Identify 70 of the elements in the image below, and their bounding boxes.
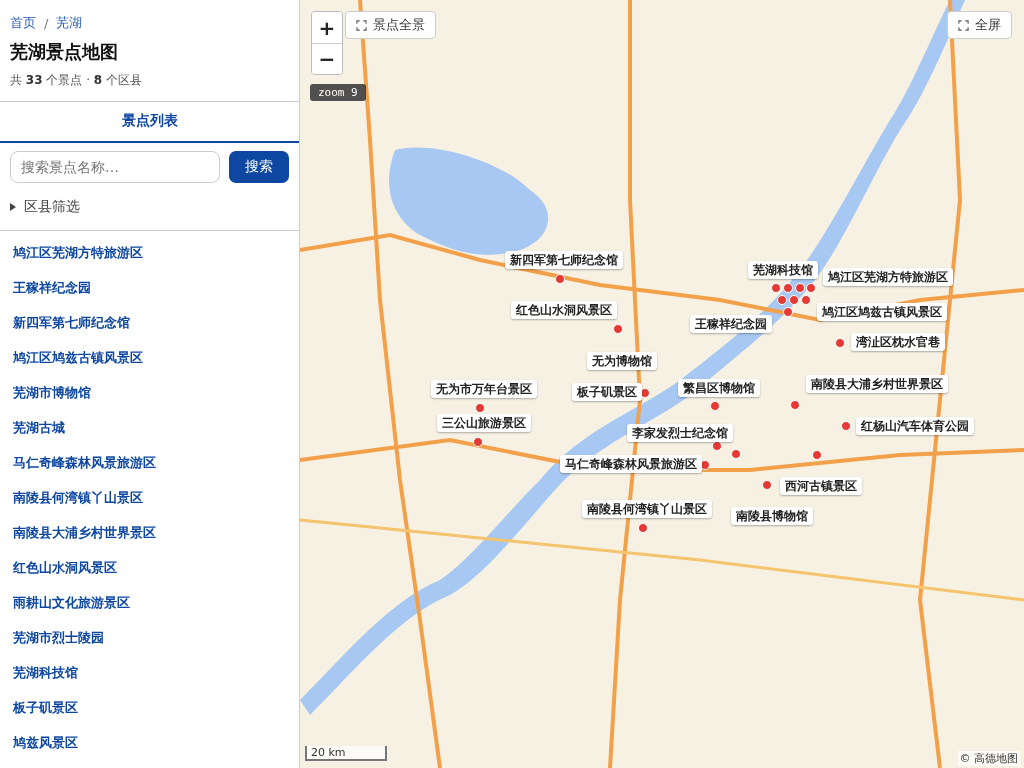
- marker-label[interactable]: 马仁奇峰森林风景旅游区: [560, 455, 702, 473]
- map-marker-icon[interactable]: [801, 295, 811, 305]
- marker-label[interactable]: 王稼祥纪念园: [690, 315, 772, 333]
- marker-label[interactable]: 湾沚区枕水官巷: [851, 333, 945, 351]
- map-marker-icon[interactable]: [783, 307, 793, 317]
- marker-label[interactable]: 鸠江区鸠兹古镇风景区: [817, 303, 947, 321]
- spot-link[interactable]: 芜湖市博物馆: [13, 383, 91, 403]
- marker-label[interactable]: 繁昌区博物馆: [678, 379, 760, 397]
- attribution-text: © 高德地图: [957, 751, 1020, 766]
- map-marker-icon[interactable]: [762, 480, 772, 490]
- map-marker-icon[interactable]: [789, 295, 799, 305]
- search-field[interactable]: 搜索景点名称…: [10, 151, 220, 183]
- scale-bar: 20 km: [305, 746, 387, 761]
- spot-link[interactable]: 雨耕山文化旅游景区: [13, 593, 130, 613]
- marker-label[interactable]: 板子矶景区: [572, 383, 642, 401]
- marker-label[interactable]: 李家发烈士纪念馆: [627, 424, 733, 442]
- spot-link[interactable]: 南陵县何湾镇丫山景区: [13, 488, 143, 508]
- map-marker-icon[interactable]: [795, 283, 805, 293]
- spot-link[interactable]: 红色山水洞风景区: [13, 558, 117, 578]
- page-title: 芜湖景点地图: [10, 40, 119, 64]
- spot-link[interactable]: 芜湖市烈士陵园: [13, 628, 104, 648]
- breadcrumb-separator: /: [44, 15, 49, 31]
- marker-label[interactable]: 无为博物馆: [587, 352, 657, 370]
- expand-icon: [356, 19, 367, 31]
- map-marker-icon[interactable]: [812, 450, 822, 460]
- expand-icon: [958, 19, 969, 31]
- spot-link[interactable]: 鸠江区芜湖方特旅游区: [13, 243, 143, 263]
- search-button[interactable]: 搜索: [229, 151, 289, 183]
- zoom-level-label: zoom 9: [310, 84, 366, 101]
- marker-label[interactable]: 南陵县大浦乡村世界景区: [806, 375, 948, 393]
- marker-label[interactable]: 新四军第七师纪念馆: [505, 251, 623, 269]
- marker-label[interactable]: 鸠江区芜湖方特旅游区: [823, 268, 953, 286]
- spot-link[interactable]: 新四军第七师纪念馆: [13, 313, 130, 333]
- marker-label[interactable]: 南陵县何湾镇丫山景区: [582, 500, 712, 518]
- map-marker-icon[interactable]: [731, 449, 741, 459]
- map-marker-icon[interactable]: [777, 295, 787, 305]
- map-marker-icon[interactable]: [841, 421, 851, 431]
- spot-link[interactable]: 南陵县大浦乡村世界景区: [13, 523, 156, 543]
- spot-link[interactable]: 鸠江区鸠兹古镇风景区: [13, 348, 143, 368]
- spot-link[interactable]: 板子矶景区: [13, 698, 78, 718]
- map-marker-icon[interactable]: [806, 283, 816, 293]
- map-marker-icon[interactable]: [475, 403, 485, 413]
- map-marker-icon[interactable]: [710, 401, 720, 411]
- marker-label[interactable]: 无为市万年台景区: [431, 380, 537, 398]
- overview-button[interactable]: 景点全景: [345, 11, 436, 39]
- marker-label[interactable]: 三公山旅游景区: [437, 414, 531, 432]
- marker-label[interactable]: 芜湖科技馆: [748, 261, 818, 279]
- map-marker-icon[interactable]: [613, 324, 623, 334]
- marker-label[interactable]: 红色山水洞风景区: [511, 301, 617, 319]
- marker-label[interactable]: 西河古镇景区: [780, 477, 862, 495]
- spot-link[interactable]: 王稼祥纪念园: [13, 278, 91, 298]
- zoom-out-button[interactable]: −: [312, 43, 342, 74]
- spot-link[interactable]: 芜湖科技馆: [13, 663, 78, 683]
- map-marker-icon[interactable]: [783, 283, 793, 293]
- map-marker-icon[interactable]: [555, 274, 565, 284]
- stats-text: 共 33 个景点 · 8 个区县: [10, 72, 143, 89]
- map-marker-icon[interactable]: [790, 400, 800, 410]
- spot-link[interactable]: 鸠兹风景区: [13, 733, 78, 753]
- fullscreen-button[interactable]: 全屏: [947, 11, 1012, 39]
- breadcrumb-link[interactable]: 首页: [10, 14, 36, 32]
- map-marker-icon[interactable]: [473, 437, 483, 447]
- breadcrumb-link[interactable]: 芜湖: [56, 14, 83, 32]
- spot-link[interactable]: 芜湖古城: [13, 418, 65, 438]
- spot-link[interactable]: 马仁奇峰森林风景旅游区: [13, 453, 156, 473]
- map-marker-icon[interactable]: [638, 523, 648, 533]
- marker-label[interactable]: 红杨山汽车体育公园: [856, 417, 974, 435]
- marker-label[interactable]: 南陵县博物馆: [731, 507, 813, 525]
- district-filter-toggle[interactable]: 区县筛选: [10, 197, 80, 217]
- map-marker-icon[interactable]: [771, 283, 781, 293]
- map-marker-icon[interactable]: [835, 338, 845, 348]
